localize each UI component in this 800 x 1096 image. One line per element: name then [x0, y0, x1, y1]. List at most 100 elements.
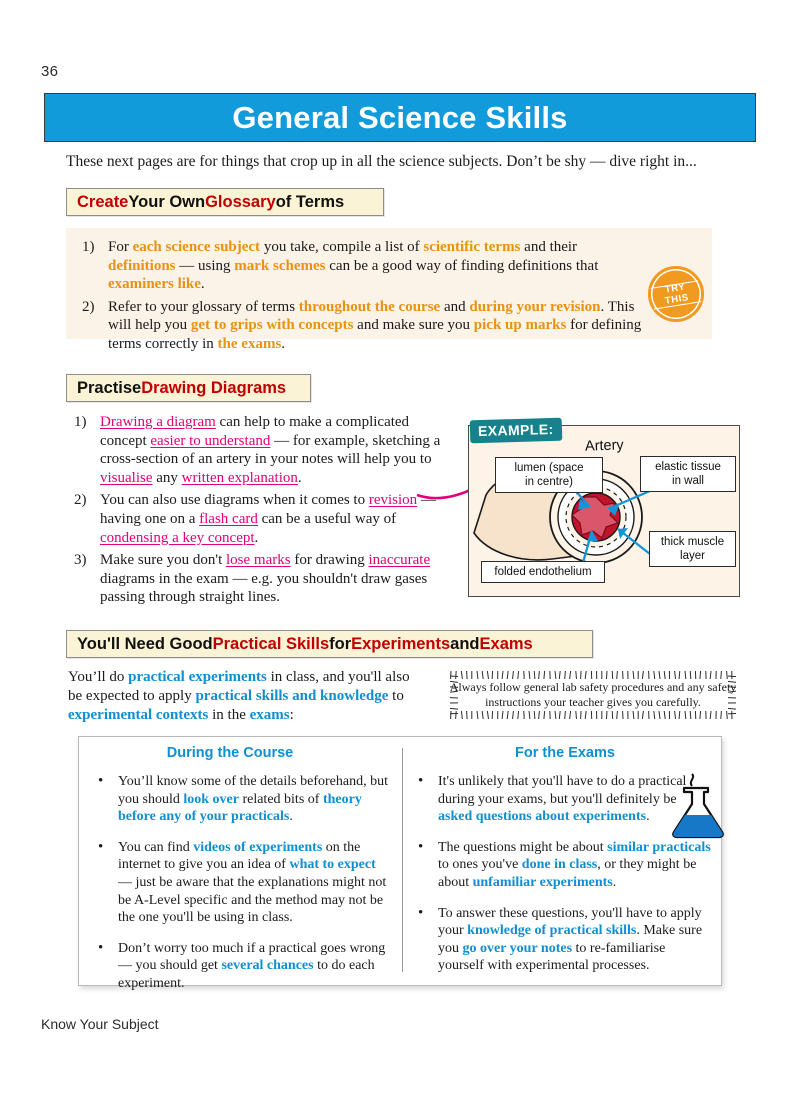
- text-run-6: .: [255, 530, 259, 546]
- text-run-4: can be a useful way of: [258, 511, 396, 527]
- text-run-2: for drawing: [291, 552, 369, 568]
- section-heading-practical: You'll Need Good Practical Skills for Ex…: [66, 630, 593, 658]
- safety-note: Always follow general lab safety procedu…: [447, 672, 739, 718]
- list-text: Refer to your glossary of terms througho…: [108, 298, 647, 354]
- intro-text: These next pages are for things that cro…: [66, 153, 766, 171]
- list-text: Make sure you don't lose marks for drawi…: [100, 551, 444, 607]
- heading-part-0: Create: [77, 193, 128, 212]
- column-title-during-course: During the Course: [100, 745, 360, 761]
- heading-part-4: and: [450, 635, 479, 654]
- text-run-6: — using: [176, 258, 235, 274]
- text-run-1: each science subject: [133, 239, 260, 255]
- text-run-2: and: [440, 299, 469, 315]
- text-run-0: For: [108, 239, 133, 255]
- text-run-1: look over: [183, 792, 239, 807]
- text-run-1: revision: [369, 492, 417, 508]
- text-run-2: related bits of: [239, 792, 323, 807]
- text-run-0: The questions might be about: [438, 840, 607, 855]
- text-run-2: you take, compile a list of: [260, 239, 423, 255]
- text-run-0: Drawing a diagram: [100, 414, 216, 430]
- heading-part-0: You'll Need Good: [77, 635, 213, 654]
- text-run-0: Make sure you don't: [100, 552, 226, 568]
- label-folded-endothelium: folded endothelium: [481, 561, 605, 583]
- bullet-marker: •: [418, 905, 438, 975]
- list-item: 1) Drawing a diagram can help to make a c…: [74, 413, 444, 487]
- text-run-1: videos of experiments: [193, 840, 322, 855]
- text-run-3: what to expect: [289, 857, 375, 872]
- heading-part-3: Experiments: [351, 635, 450, 654]
- text-run-10: .: [201, 276, 205, 292]
- heading-part-1: Practical Skills: [213, 635, 330, 654]
- text-run-8: can be a good way of finding definitions…: [326, 258, 599, 274]
- heading-part-1: Your Own: [128, 193, 205, 212]
- text-run-1: asked questions about experiments: [438, 809, 646, 824]
- text-run-2: easier to understand: [150, 433, 270, 449]
- text-run-5: get to grips with concepts: [191, 317, 353, 333]
- text-run-3: inaccurate: [369, 552, 431, 568]
- heading-part-3: of Terms: [276, 193, 344, 212]
- list-item: 1) For each science subject you take, com…: [82, 238, 647, 294]
- text-run-7: mark schemes: [234, 258, 325, 274]
- list-marker: 1): [74, 413, 100, 487]
- list-text: You can also use diagrams when it comes …: [100, 491, 444, 547]
- text-run-4: diagrams in the exam — e.g. you shouldn'…: [100, 571, 427, 606]
- text-run-3: go over your notes: [463, 941, 573, 956]
- text-run-1: similar practicals: [607, 840, 711, 855]
- list-marker: 2): [82, 298, 108, 354]
- text-run-4: visualise: [100, 470, 153, 486]
- text-run-3: during your revision: [469, 299, 600, 315]
- glossary-list: 1) For each science subject you take, com…: [82, 238, 647, 358]
- list-item: 3) Make sure you don't lose marks for dra…: [74, 551, 444, 607]
- text-run-3: done in class: [522, 857, 597, 872]
- text-run-0: You’ll do: [68, 669, 128, 685]
- text-run-0: You can also use diagrams when it comes …: [100, 492, 369, 508]
- text-run-7: .: [298, 470, 302, 486]
- bullet-text: You can find videos of experiments on th…: [118, 839, 388, 927]
- text-run-4: and their: [520, 239, 577, 255]
- text-run-2: to ones you've: [438, 857, 522, 872]
- text-run-5: any: [153, 470, 182, 486]
- bullet-text: Don’t worry too much if a practical goes…: [118, 940, 388, 993]
- heading-part-2: for: [329, 635, 351, 654]
- list-text: Drawing a diagram can help to make a com…: [100, 413, 444, 487]
- text-run-5: unfamiliar experiments: [473, 875, 613, 890]
- bullet-marker: •: [98, 839, 118, 927]
- try-this-stamp: TRY THIS: [648, 266, 704, 322]
- bullet-item: • Don’t worry too much if a practical goe…: [98, 940, 388, 993]
- list-marker: 1): [82, 238, 108, 294]
- bullet-marker: •: [98, 940, 118, 993]
- list-item: 2) You can also use diagrams when it come…: [74, 491, 444, 547]
- column-title-for-exams: For the Exams: [440, 745, 690, 761]
- bullet-text: To answer these questions, you'll have t…: [438, 905, 713, 975]
- text-run-9: examiners like: [108, 276, 201, 292]
- text-run-3: flash card: [199, 511, 258, 527]
- page-number: 36: [41, 63, 58, 80]
- text-run-6: and make sure you: [353, 317, 473, 333]
- section-heading-glossary: Create Your Own Glossary of Terms: [66, 188, 384, 216]
- text-run-4: to: [388, 688, 403, 704]
- heading-part-5: Exams: [480, 635, 533, 654]
- bullet-item: • To answer these questions, you'll have …: [418, 905, 713, 975]
- text-run-6: written explanation: [182, 470, 298, 486]
- text-run-0: Refer to your glossary of terms: [108, 299, 299, 315]
- text-run-6: .: [613, 875, 617, 890]
- text-run-5: condensing a key concept: [100, 530, 255, 546]
- section-heading-diagrams: Practise Drawing Diagrams: [66, 374, 311, 402]
- text-run-5: experimental contexts: [68, 707, 208, 723]
- text-run-2: .: [646, 809, 650, 824]
- text-run-8: :: [290, 707, 294, 723]
- text-run-1: knowledge of practical skills: [467, 923, 636, 938]
- list-item: 2) Refer to your glossary of terms throug…: [82, 298, 647, 354]
- stamp-label: TRY THIS: [662, 281, 689, 306]
- column-divider: [402, 748, 403, 972]
- bullets-during-course: • You’ll know some of the details beforeh…: [98, 773, 388, 1006]
- text-run-4: — just be aware that the explanations mi…: [118, 875, 386, 925]
- bullet-text: The questions might be about similar pra…: [438, 839, 713, 892]
- bullet-item: • You’ll know some of the details beforeh…: [98, 773, 388, 826]
- text-run-1: lose marks: [226, 552, 291, 568]
- list-marker: 3): [74, 551, 100, 607]
- text-run-0: You can find: [118, 840, 193, 855]
- label-elastic-tissue: elastic tissue in wall: [640, 456, 736, 492]
- footer-text: Know Your Subject: [41, 1016, 159, 1032]
- heading-part-0: Practise: [77, 379, 141, 398]
